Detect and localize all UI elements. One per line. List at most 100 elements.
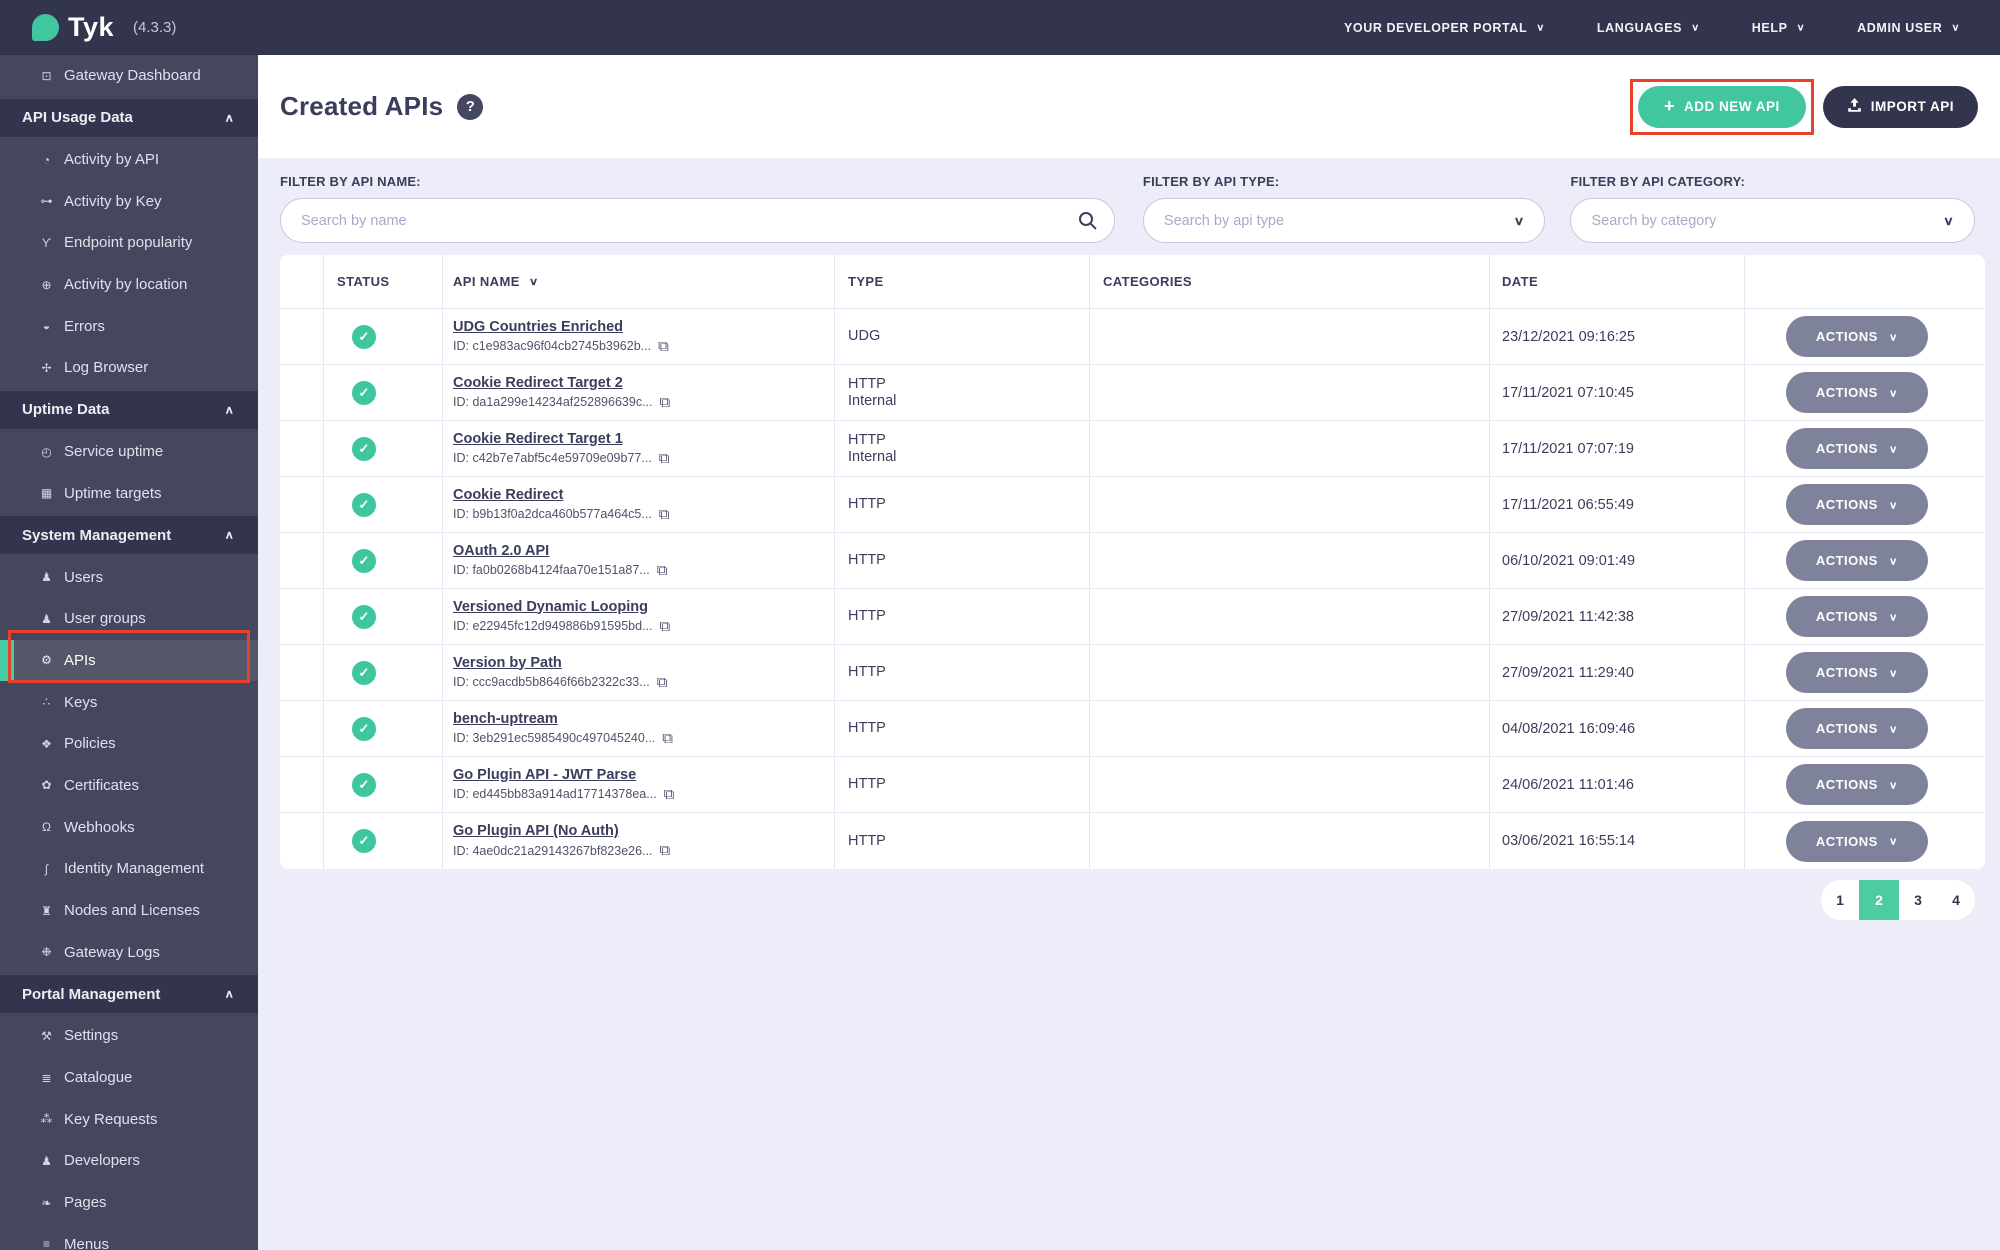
status-cell: ✓ [324,365,443,420]
sidebar-item[interactable]: Ω Webhooks ∧ [0,806,258,848]
sidebar-item-icon: ∴ [42,695,51,710]
actions-button[interactable]: ACTIONS ∨ [1786,820,1928,862]
actions-button[interactable]: ACTIONS ∨ [1786,652,1928,693]
copy-icon[interactable]: ⧉ [664,786,675,803]
sidebar-item[interactable]: ⊶ Activity by Key ∧ [0,180,258,222]
table-header-row: STATUS API NAME ∨ TYPE CATEGORIES DATE [280,255,1985,309]
api-id: ID: 3eb291ec5985490c497045240... ⧉ [453,729,673,747]
header-api-name[interactable]: API NAME ∨ [443,255,835,308]
top-menu-item[interactable]: YOUR DEVELOPER PORTAL ∨ [1344,21,1545,35]
sidebar-item[interactable]: ✢ Log Browser ∧ [0,347,258,389]
sidebar-item[interactable]: Uptime Data ∧ [0,390,258,429]
api-name-link[interactable]: Version by Path [453,655,562,671]
api-name-link[interactable]: UDG Countries Enriched [453,319,623,335]
api-name-link[interactable]: Go Plugin API (No Auth) [453,823,619,839]
sidebar-item[interactable]: ⚒ Settings ∧ [0,1015,258,1057]
status-cell: ✓ [324,589,443,644]
api-id: ID: fa0b0268b4124faa70e151a87... ⧉ [453,561,668,579]
api-name-search-input[interactable] [280,198,1115,243]
page-button[interactable]: 3 [1899,880,1937,920]
status-cell: ✓ [324,477,443,532]
sidebar-item[interactable]: ∴ Keys ∧ [0,681,258,723]
sidebar-item[interactable]: ϒ Endpoint popularity ∧ [0,222,258,264]
api-name-link[interactable]: Cookie Redirect [453,487,563,503]
api-id: ID: c1e983ac96f04cb2745b3962b... ⧉ [453,337,669,355]
api-name-link[interactable]: Cookie Redirect Target 1 [453,431,623,447]
page-button[interactable]: 1 [1821,880,1859,920]
api-type-select[interactable]: Search by api type ∨ [1142,198,1546,243]
copy-icon[interactable]: ⧉ [659,394,670,411]
sidebar-item[interactable]: ♟ Developers ∧ [0,1140,258,1182]
sidebar-item[interactable]: ≣ Catalogue ∧ [0,1057,258,1099]
sidebar-item[interactable]: API Usage Data ∧ [0,98,258,137]
actions-button[interactable]: ACTIONS ∨ [1786,428,1928,469]
api-name-cell: Cookie Redirect Target 1 ID: c42b7e7abf5… [443,421,835,476]
api-name-link[interactable]: Versioned Dynamic Looping [453,599,648,615]
copy-icon[interactable]: ⧉ [658,338,669,355]
sidebar-item[interactable]: ⚙ APIs ∧ [0,639,258,682]
sidebar-item[interactable]: System Management ∧ [0,516,258,555]
sidebar-item[interactable]: ⊡ Gateway Dashboard ∧ [0,55,258,97]
import-api-button[interactable]: IMPORT API [1822,85,1978,128]
type-cell: UDG [835,309,1090,364]
api-name-link[interactable]: Cookie Redirect Target 2 [453,375,623,391]
sidebar-item[interactable]: ◒ Errors ∧ [0,305,258,347]
copy-icon[interactable]: ⧉ [657,562,668,579]
api-category-select[interactable]: Search by category ∨ [1570,198,1975,243]
sidebar-item[interactable]: ✿ Certificates ∧ [0,765,258,807]
actions-button[interactable]: ACTIONS ∨ [1786,764,1928,805]
sidebar-item-label: Menus [64,1235,110,1250]
sidebar-item[interactable]: ♟ User groups ∧ [0,598,258,640]
sidebar-item-label: Developers [64,1152,140,1170]
actions-button[interactable]: ACTIONS ∨ [1786,708,1928,749]
tyk-logo[interactable]: Tyk (4.3.3) [32,12,176,43]
copy-icon[interactable]: ⧉ [659,618,670,635]
sidebar-item[interactable]: ⊕ Activity by location ∧ [0,264,258,306]
sidebar-item[interactable]: ❧ Pages ∧ [0,1182,258,1224]
sidebar-item[interactable]: ◔ Activity by API ∧ [0,139,258,181]
upload-icon [1847,97,1862,116]
copy-icon[interactable]: ⧉ [659,506,670,523]
sidebar-item[interactable]: ❖ Policies ∧ [0,723,258,765]
sidebar-item[interactable]: ♜ Nodes and Licenses ∧ [0,890,258,932]
sidebar-item[interactable]: ▦ Uptime targets ∧ [0,473,258,515]
sidebar-item-icon: ≡ [42,1237,50,1250]
actions-button[interactable]: ACTIONS ∨ [1786,316,1928,357]
logo-text: Tyk [68,12,115,42]
actions-button[interactable]: ACTIONS ∨ [1786,596,1928,637]
copy-icon[interactable]: ⧉ [659,450,670,467]
copy-icon[interactable]: ⧉ [659,842,670,859]
page-button[interactable]: 4 [1937,880,1975,920]
table-row: ✓ Version by Path ID: ccc9acdb5b8646f66b… [280,645,1985,701]
api-name-link[interactable]: Go Plugin API - JWT Parse [453,767,636,783]
sidebar-item-label: Key Requests [64,1110,158,1128]
chevron-down-icon: ∨ [1888,666,1899,679]
sidebar-item[interactable]: ❉ Gateway Logs ∧ [0,931,258,973]
api-name-link[interactable]: bench-uptream [453,711,558,727]
add-new-api-button[interactable]: + ADD NEW API [1637,85,1806,128]
top-menu-item[interactable]: LANGUAGES ∨ [1597,21,1700,35]
top-menu-item[interactable]: ADMIN USER ∨ [1857,21,1960,35]
top-menu-item[interactable]: HELP ∨ [1752,21,1805,35]
sidebar-item-label: Webhooks [64,818,135,836]
api-id: ID: 4ae0dc21a29143267bf823e26... ⧉ [453,842,671,859]
sidebar-item[interactable]: ◴ Service uptime ∧ [0,431,258,473]
actions-button[interactable]: ACTIONS ∨ [1786,372,1928,413]
actions-button[interactable]: ACTIONS ∨ [1786,484,1928,525]
date-cell: 03/06/2021 16:55:14 [1490,813,1745,869]
status-cell: ✓ [324,645,443,700]
categories-cell [1090,813,1490,869]
sidebar-item-label: Uptime targets [64,484,162,502]
sidebar-item[interactable]: ⁂ Key Requests ∧ [0,1098,258,1140]
filter-name-label: FILTER BY API NAME: [280,174,421,189]
copy-icon[interactable]: ⧉ [657,674,668,691]
help-icon[interactable]: ? [457,93,484,120]
sidebar-item[interactable]: ≡ Menus ∧ [0,1224,258,1250]
page-button[interactable]: 2 [1859,880,1899,920]
sidebar-item[interactable]: ∫ Identity Management ∧ [0,848,258,890]
sidebar-item[interactable]: ♟ Users ∧ [0,556,258,598]
copy-icon[interactable]: ⧉ [662,730,673,747]
api-name-link[interactable]: OAuth 2.0 API [453,543,549,559]
sidebar-item[interactable]: Portal Management ∧ [0,975,258,1014]
actions-button[interactable]: ACTIONS ∨ [1786,540,1928,581]
